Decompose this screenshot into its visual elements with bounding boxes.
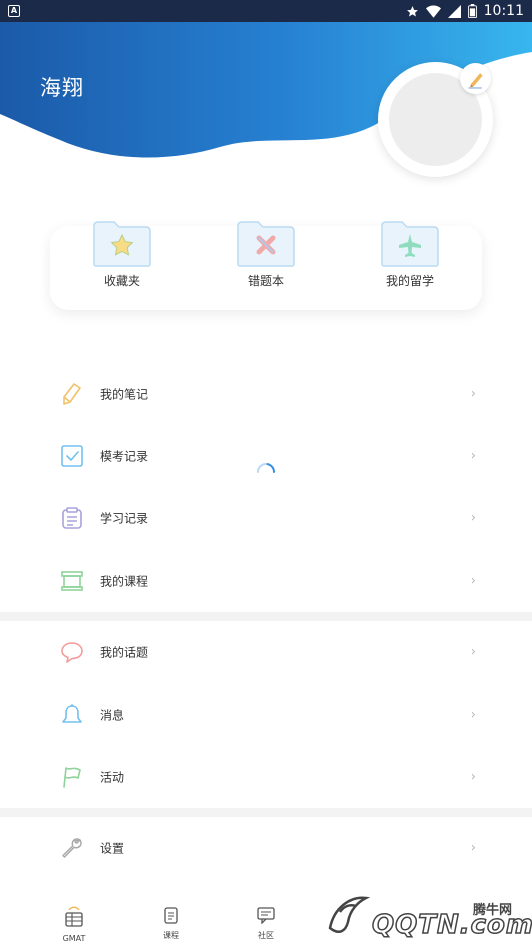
menu-label: 我的话题: [100, 645, 149, 660]
gmat-icon: [65, 906, 83, 927]
section-divider: [0, 808, 532, 817]
chevron-right-icon: ›: [470, 573, 476, 589]
menu-item-my-topics[interactable]: 我的话题 ›: [0, 621, 532, 683]
nav-tab-gmat[interactable]: GMAT: [44, 906, 104, 943]
chevron-right-icon: ›: [470, 448, 476, 464]
chevron-right-icon: ›: [470, 644, 476, 660]
flag-icon: [63, 767, 81, 788]
section-divider: [0, 612, 532, 621]
edit-pencil-icon: [468, 72, 483, 89]
menu-label: 消息: [100, 708, 125, 723]
loading-spinner-icon: [257, 463, 275, 473]
menu-label: 活动: [100, 770, 125, 785]
profile-name: 海翔: [40, 76, 84, 100]
nav-label: 课程: [163, 931, 179, 940]
signal-icon: [447, 4, 461, 18]
menu-label: 我的笔记: [100, 387, 149, 402]
menu-item-notes[interactable]: 我的笔记 ›: [0, 363, 532, 425]
community-chat-icon: [257, 907, 275, 925]
menu-item-my-courses[interactable]: 我的课程 ›: [0, 550, 532, 612]
quick-link-label: 收藏夹: [103, 274, 140, 288]
menu-label: 学习记录: [100, 511, 149, 526]
checkbox-icon: [61, 445, 83, 467]
app-notification-icon: A: [8, 5, 20, 17]
nav-label: GMAT: [62, 934, 86, 943]
nav-label: 社区: [258, 931, 274, 940]
chevron-right-icon: ›: [470, 840, 476, 856]
battery-icon: [467, 4, 477, 18]
menu-label: 我的课程: [100, 574, 149, 589]
menu-item-activities[interactable]: 活动 ›: [0, 746, 532, 808]
x-folder-icon: [236, 220, 296, 268]
watermark-logo-icon: [328, 896, 371, 933]
nav-tab-community[interactable]: 社区: [236, 906, 296, 941]
watermark-domain: QQTN.com: [371, 909, 532, 941]
menu-item-messages[interactable]: 消息 ›: [0, 684, 532, 746]
quick-link-study-abroad[interactable]: 我的留学: [375, 220, 445, 289]
menu-item-study-records[interactable]: 学习记录 ›: [0, 487, 532, 549]
quick-link-label: 错题本: [247, 274, 284, 288]
edit-profile-button[interactable]: [460, 63, 491, 94]
quick-link-mistakes[interactable]: 错题本: [231, 220, 301, 289]
nav-tab-courses[interactable]: 课程: [141, 906, 201, 941]
quick-link-favorites[interactable]: 收藏夹: [87, 220, 157, 289]
chevron-right-icon: ›: [470, 769, 476, 785]
menu-label: 设置: [100, 841, 125, 856]
status-bar: A 10:11: [0, 0, 532, 22]
chevron-right-icon: ›: [470, 707, 476, 723]
course-icon: [61, 571, 83, 591]
bell-icon: [62, 704, 82, 723]
menu-item-settings[interactable]: 设置 ›: [0, 817, 532, 879]
course-book-icon: [164, 907, 178, 924]
wifi-icon: [425, 5, 441, 18]
chevron-right-icon: ›: [470, 386, 476, 402]
speech-bubble-icon: [61, 642, 83, 663]
quick-link-label: 我的留学: [385, 274, 434, 288]
pencil-icon: [63, 383, 81, 405]
plane-folder-icon: [380, 220, 440, 268]
watermark: 腾牛网 QQTN.com: [318, 886, 532, 946]
star-folder-icon: [92, 220, 152, 268]
quick-links-card: 收藏夹 错题本 我的留学: [50, 221, 482, 310]
star-icon: [406, 5, 418, 16]
chevron-right-icon: ›: [470, 510, 476, 526]
status-icons: 10:11: [406, 2, 524, 20]
wrench-icon: [62, 838, 82, 858]
clipboard-icon: [62, 507, 82, 529]
menu-label: 模考记录: [100, 449, 149, 464]
status-time: 10:11: [483, 3, 524, 19]
